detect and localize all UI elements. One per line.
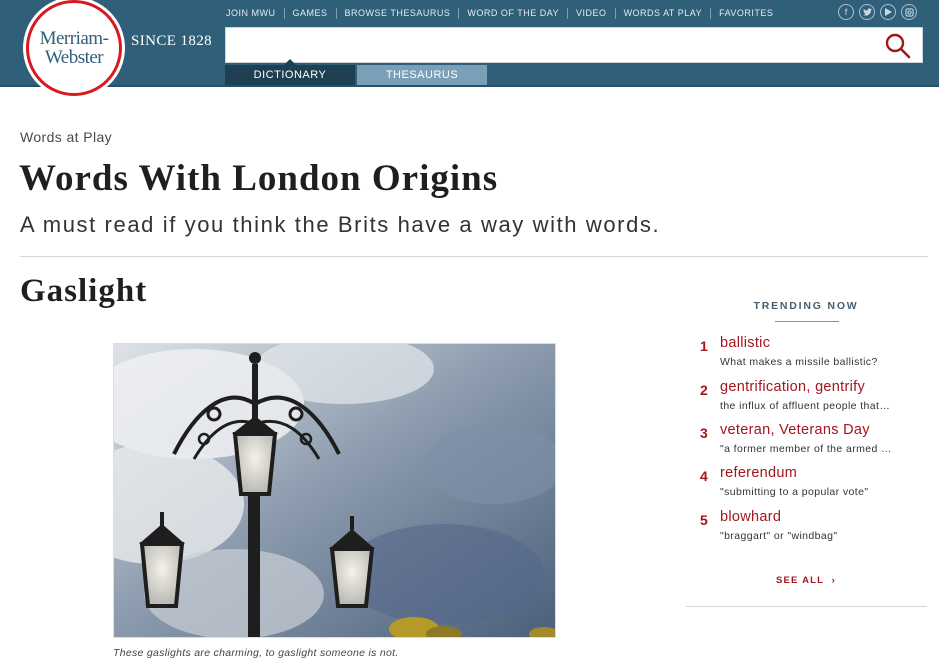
logo-text-line2: Webster	[44, 47, 104, 68]
tab-dictionary[interactable]: DICTIONARY	[225, 59, 355, 85]
trending-word-link[interactable]: referendum	[720, 465, 797, 481]
logo-text-line1: Merriam-	[39, 28, 109, 49]
tab-thesaurus[interactable]: THESAURUS	[357, 65, 487, 85]
twitter-icon[interactable]	[859, 4, 875, 20]
search-input[interactable]	[226, 28, 866, 62]
trending-word-link[interactable]: gentrification, gentrify	[720, 379, 865, 395]
social-links: f	[838, 4, 917, 20]
trending-rank: 2	[700, 382, 708, 398]
see-all-link[interactable]: SEE ALL ›	[686, 575, 926, 586]
see-all-label: SEE ALL	[775, 575, 824, 586]
trending-word-link[interactable]: veteran, Veterans Day	[720, 422, 870, 438]
title-divider	[20, 256, 928, 257]
trending-rank: 5	[700, 512, 708, 528]
nav-favorites[interactable]: FAVORITES	[710, 7, 781, 19]
gaslight-photo	[113, 343, 556, 638]
image-caption: These gaslights are charming, to gasligh…	[113, 647, 399, 659]
site-header: Merriam- Webster SINCE 1828 JOIN MWU GAM…	[0, 0, 939, 96]
trending-description: What makes a missile ballistic?	[720, 356, 878, 368]
nav-join-mwu[interactable]: JOIN MWU	[226, 8, 284, 19]
trending-description: the influx of affluent people that…	[720, 400, 891, 412]
page-title: Words With London Origins	[19, 158, 499, 199]
trending-description: "submitting to a popular vote"	[720, 486, 869, 498]
merriam-webster-logo[interactable]: Merriam- Webster	[26, 0, 122, 96]
trending-rank: 1	[700, 338, 708, 354]
trending-description: "braggart" or "windbag"	[720, 530, 838, 542]
trending-rank: 3	[700, 425, 708, 441]
trending-heading-rule	[775, 321, 839, 322]
page-subtitle: A must read if you think the Brits have …	[20, 212, 661, 237]
trending-word-link[interactable]: blowhard	[720, 509, 781, 525]
nav-words-at-play[interactable]: WORDS AT PLAY	[614, 7, 711, 19]
youtube-icon[interactable]	[880, 4, 896, 20]
nav-games[interactable]: GAMES	[283, 7, 336, 19]
section-heading: Gaslight	[20, 273, 148, 309]
nav-video[interactable]: VIDEO	[567, 7, 615, 19]
trending-heading: TRENDING NOW	[753, 300, 859, 312]
trending-bottom-divider	[686, 606, 927, 607]
top-navigation: JOIN MWU GAMES BROWSE THESAURUS WORD OF …	[226, 7, 781, 19]
words-at-play-breadcrumb[interactable]: Words at Play	[20, 129, 112, 145]
facebook-icon[interactable]: f	[838, 4, 854, 20]
trending-description: "a former member of the armed …	[720, 443, 892, 455]
nav-browse-thesaurus[interactable]: BROWSE THESAURUS	[335, 7, 459, 19]
nav-word-of-the-day[interactable]: WORD OF THE DAY	[458, 7, 567, 19]
trending-rank: 4	[700, 468, 708, 484]
search-icon[interactable]	[884, 32, 912, 60]
search-box	[225, 27, 923, 63]
since-1828-tagline: SINCE 1828	[131, 33, 213, 49]
search-mode-tabs: DICTIONARY THESAURUS	[225, 59, 487, 85]
trending-word-link[interactable]: ballistic	[720, 335, 770, 351]
chevron-right-icon: ›	[827, 575, 837, 586]
instagram-icon[interactable]	[901, 4, 917, 20]
